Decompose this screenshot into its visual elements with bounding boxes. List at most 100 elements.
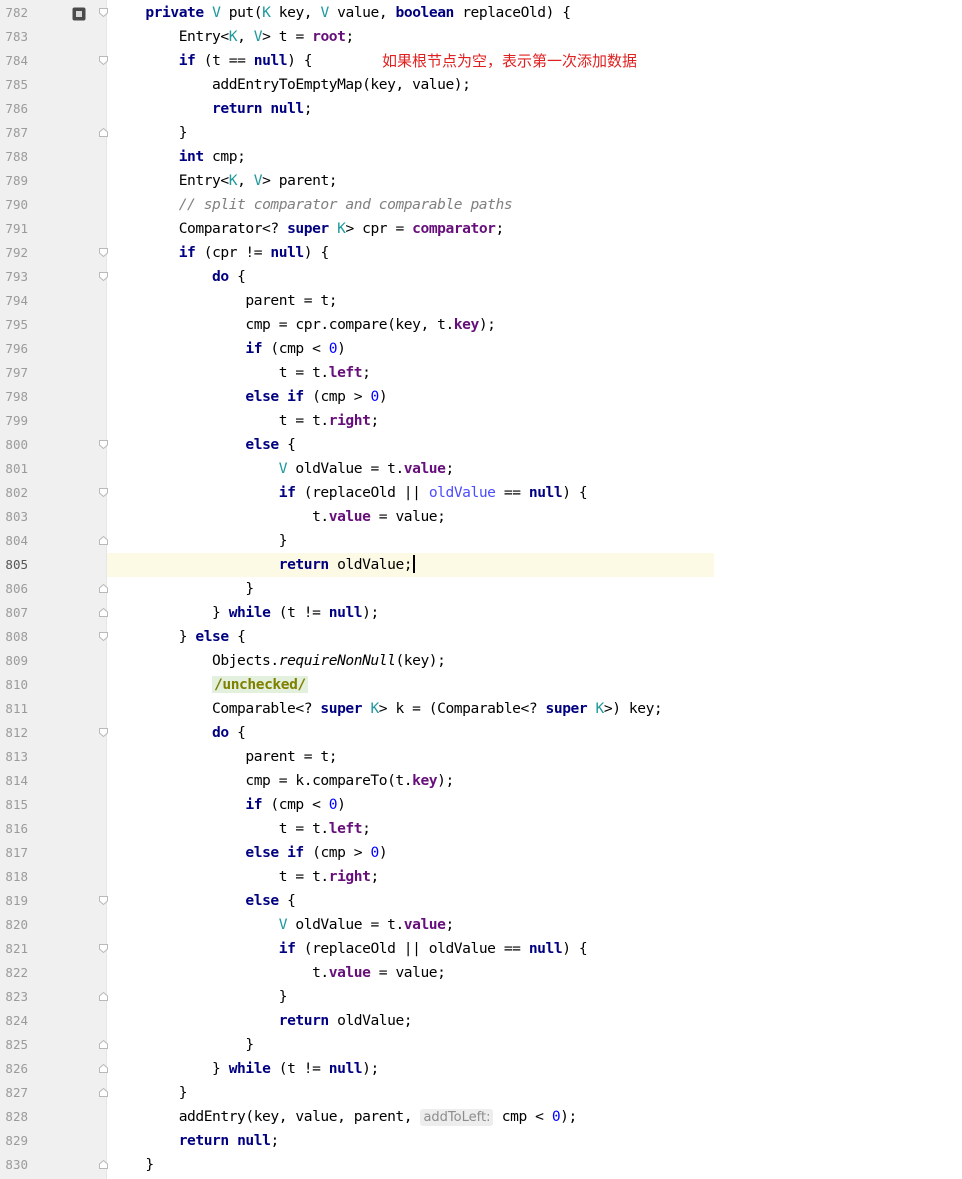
line-number[interactable]: 808 bbox=[0, 625, 28, 649]
fold-start-icon[interactable] bbox=[99, 896, 108, 905]
code-line[interactable]: 827 } bbox=[0, 1081, 962, 1105]
fold-end-icon[interactable] bbox=[99, 992, 108, 1001]
code-text[interactable]: else { bbox=[112, 433, 295, 457]
code-text[interactable]: Comparable<? super K> k = (Comparable<? … bbox=[112, 697, 663, 721]
code-text[interactable]: return null; bbox=[112, 1129, 280, 1153]
line-number[interactable]: 828 bbox=[0, 1105, 28, 1129]
code-text[interactable]: addEntryToEmptyMap(key, value); bbox=[112, 73, 471, 97]
code-line[interactable]: 828 addEntry(key, value, parent, addToLe… bbox=[0, 1105, 962, 1129]
fold-start-icon[interactable] bbox=[99, 944, 108, 953]
code-line[interactable]: 824 return oldValue; bbox=[0, 1009, 962, 1033]
code-line[interactable]: 807 } while (t != null); bbox=[0, 601, 962, 625]
fold-start-icon[interactable] bbox=[99, 8, 108, 17]
fold-end-icon[interactable] bbox=[99, 1064, 108, 1073]
code-line[interactable]: 793 do { bbox=[0, 265, 962, 289]
code-text[interactable]: t = t.right; bbox=[112, 409, 380, 433]
code-line[interactable]: 783 Entry<K, V> t = root; bbox=[0, 25, 962, 49]
fold-start-icon[interactable] bbox=[99, 56, 108, 65]
code-text[interactable]: int cmp; bbox=[112, 145, 246, 169]
code-text[interactable]: } bbox=[112, 529, 288, 553]
code-line[interactable]: 801 V oldValue = t.value; bbox=[0, 457, 962, 481]
code-line[interactable]: 814 cmp = k.compareTo(t.key); bbox=[0, 769, 962, 793]
fold-start-icon[interactable] bbox=[99, 440, 108, 449]
code-text[interactable]: } bbox=[112, 577, 254, 601]
line-number[interactable]: 829 bbox=[0, 1129, 28, 1153]
fold-start-icon[interactable] bbox=[99, 488, 108, 497]
line-number[interactable]: 827 bbox=[0, 1081, 28, 1105]
breakpoint-icon[interactable] bbox=[72, 6, 86, 21]
fold-end-icon[interactable] bbox=[99, 1160, 108, 1169]
code-text[interactable]: do { bbox=[112, 721, 246, 745]
code-line[interactable]: 819 else { bbox=[0, 889, 962, 913]
code-line[interactable]: 823 } bbox=[0, 985, 962, 1009]
code-line[interactable]: 803 t.value = value; bbox=[0, 505, 962, 529]
code-text[interactable]: t = t.right; bbox=[112, 865, 380, 889]
code-text[interactable]: Comparator<? super K> cpr = comparator; bbox=[112, 217, 505, 241]
code-text[interactable]: t = t.left; bbox=[112, 817, 371, 841]
fold-end-icon[interactable] bbox=[99, 584, 108, 593]
line-number[interactable]: 803 bbox=[0, 505, 28, 529]
code-text[interactable]: // split comparator and comparable paths bbox=[112, 193, 513, 217]
line-number[interactable]: 792 bbox=[0, 241, 28, 265]
code-line[interactable]: 825 } bbox=[0, 1033, 962, 1057]
line-number[interactable]: 782 bbox=[0, 1, 28, 25]
code-line[interactable]: 787 } bbox=[0, 121, 962, 145]
code-text[interactable]: } bbox=[112, 985, 288, 1009]
code-line[interactable]: 818 t = t.right; bbox=[0, 865, 962, 889]
line-number[interactable]: 810 bbox=[0, 673, 28, 697]
code-line[interactable]: 826 } while (t != null); bbox=[0, 1057, 962, 1081]
code-line[interactable]: 815 if (cmp < 0) bbox=[0, 793, 962, 817]
code-text[interactable]: } bbox=[112, 121, 188, 145]
code-line[interactable]: 800 else { bbox=[0, 433, 962, 457]
code-line[interactable]: 806 } bbox=[0, 577, 962, 601]
line-number[interactable]: 795 bbox=[0, 313, 28, 337]
code-line[interactable]: 817 else if (cmp > 0) bbox=[0, 841, 962, 865]
code-text[interactable]: t.value = value; bbox=[112, 961, 446, 985]
code-text[interactable]: t.value = value; bbox=[112, 505, 446, 529]
line-number[interactable]: 804 bbox=[0, 529, 28, 553]
line-number[interactable]: 826 bbox=[0, 1057, 28, 1081]
code-line[interactable]: 795 cmp = cpr.compare(key, t.key); bbox=[0, 313, 962, 337]
line-number[interactable]: 821 bbox=[0, 937, 28, 961]
line-number[interactable]: 816 bbox=[0, 817, 28, 841]
code-text[interactable]: else if (cmp > 0) bbox=[112, 841, 387, 865]
fold-end-icon[interactable] bbox=[99, 1088, 108, 1097]
code-line[interactable]: 809 Objects.requireNonNull(key); bbox=[0, 649, 962, 673]
code-text[interactable]: cmp = k.compareTo(t.key); bbox=[112, 769, 454, 793]
fold-start-icon[interactable] bbox=[99, 728, 108, 737]
line-number[interactable]: 813 bbox=[0, 745, 28, 769]
code-text[interactable]: return oldValue; bbox=[112, 1009, 413, 1033]
code-editor[interactable]: 782 private V put(K key, V value, boolea… bbox=[0, 0, 962, 1179]
code-text[interactable]: V oldValue = t.value; bbox=[112, 913, 455, 937]
code-text[interactable]: } bbox=[112, 1033, 254, 1057]
fold-end-icon[interactable] bbox=[99, 536, 108, 545]
code-line[interactable]: 830 } bbox=[0, 1153, 962, 1177]
code-line[interactable]: 798 else if (cmp > 0) bbox=[0, 385, 962, 409]
code-text[interactable]: /unchecked/ bbox=[112, 673, 308, 697]
code-text[interactable]: parent = t; bbox=[112, 745, 337, 769]
line-number[interactable]: 806 bbox=[0, 577, 28, 601]
line-number[interactable]: 817 bbox=[0, 841, 28, 865]
line-number[interactable]: 799 bbox=[0, 409, 28, 433]
code-line[interactable]: 821 if (replaceOld || oldValue == null) … bbox=[0, 937, 962, 961]
line-number[interactable]: 789 bbox=[0, 169, 28, 193]
line-number[interactable]: 820 bbox=[0, 913, 28, 937]
line-number[interactable]: 822 bbox=[0, 961, 28, 985]
code-line[interactable]: 790 // split comparator and comparable p… bbox=[0, 193, 962, 217]
fold-start-icon[interactable] bbox=[99, 632, 108, 641]
code-text[interactable]: V oldValue = t.value; bbox=[112, 457, 455, 481]
code-line[interactable]: 810 /unchecked/ bbox=[0, 673, 962, 697]
code-text[interactable]: if (t == null) { bbox=[112, 49, 313, 73]
code-text[interactable]: } while (t != null); bbox=[112, 1057, 379, 1081]
code-line[interactable]: 822 t.value = value; bbox=[0, 961, 962, 985]
line-number[interactable]: 785 bbox=[0, 73, 28, 97]
line-number[interactable]: 784 bbox=[0, 49, 28, 73]
fold-start-icon[interactable] bbox=[99, 248, 108, 257]
code-text[interactable]: } bbox=[112, 1153, 154, 1177]
code-text[interactable]: if (cmp < 0) bbox=[112, 793, 346, 817]
code-text[interactable]: } bbox=[112, 1081, 188, 1105]
code-line[interactable]: 796 if (cmp < 0) bbox=[0, 337, 962, 361]
code-text[interactable]: if (cmp < 0) bbox=[112, 337, 346, 361]
code-line[interactable]: 782 private V put(K key, V value, boolea… bbox=[0, 1, 962, 25]
line-number[interactable]: 819 bbox=[0, 889, 28, 913]
